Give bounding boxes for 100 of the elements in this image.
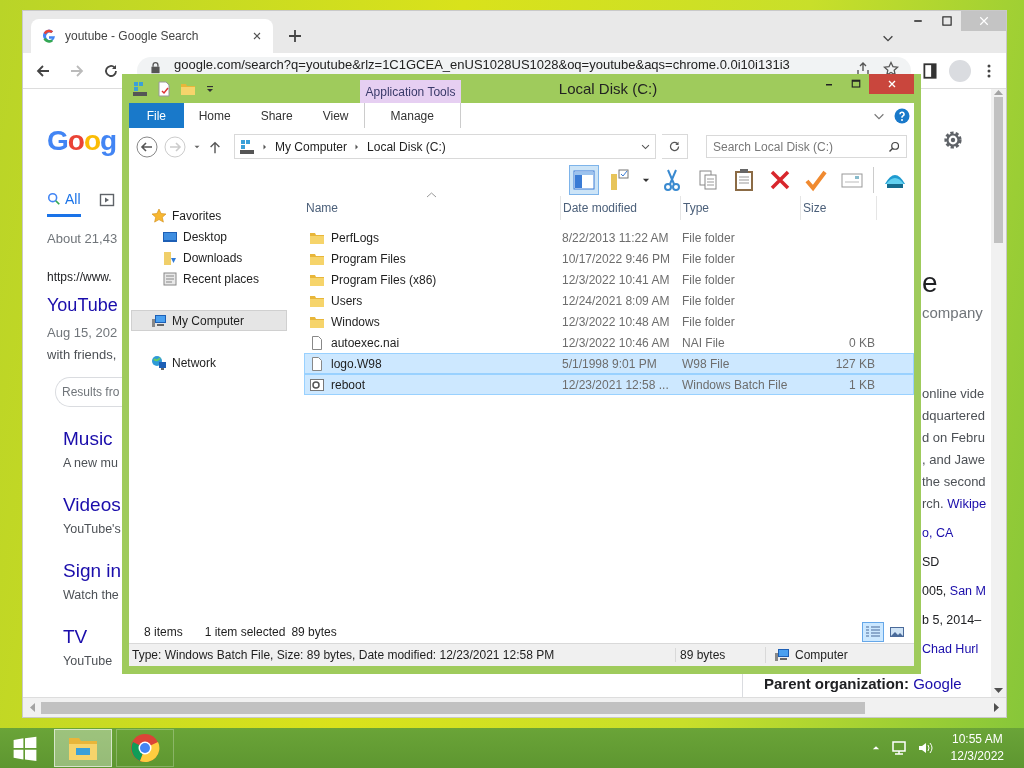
volume-icon[interactable] [916, 740, 933, 756]
link[interactable]: Wikipe [947, 496, 987, 511]
search-icon [47, 191, 61, 206]
file-row[interactable]: autoexec.nai 12/3/2022 10:46 AM NAI File 0 KB [304, 332, 914, 353]
file-row[interactable]: Program Files 10/17/2022 9:46 PM File folder [304, 248, 914, 269]
file-row[interactable]: Program Files (x86) 12/3/2022 10:41 AM File folder [304, 269, 914, 290]
refresh-button[interactable] [662, 134, 688, 159]
column-header[interactable]: Type [681, 196, 801, 220]
windows-start-icon[interactable] [12, 735, 38, 761]
file-row[interactable]: reboot 12/23/2021 12:58 ... Windows Batch File 1 KB [304, 374, 914, 395]
nav-item[interactable]: Desktop [131, 226, 287, 247]
panel-fact: 005, San M [922, 584, 986, 598]
browser-tab[interactable]: youtube - Google Search [31, 19, 273, 53]
panel-fact: SD [922, 555, 940, 569]
ribbon-tab[interactable]: Home [183, 103, 246, 128]
column-header[interactable]: Size [801, 196, 877, 220]
selection-count: 1 item selected [204, 624, 286, 639]
settings-icon[interactable] [942, 129, 964, 151]
nav-item[interactable]: Recent places [131, 268, 287, 289]
status-location: Computer [795, 648, 848, 662]
lock-icon [149, 60, 162, 74]
search-tab[interactable]: All [47, 183, 81, 217]
maximize-icon[interactable] [940, 15, 953, 27]
star-icon [151, 207, 167, 224]
panel-title: e [921, 268, 939, 298]
ribbon-tab[interactable]: View [307, 103, 364, 128]
sitelink[interactable]: TV [63, 623, 123, 651]
panel-subtitle: company [921, 303, 984, 323]
scroll-right-icon[interactable] [994, 703, 1000, 712]
ribbon-tab[interactable]: Share [245, 103, 308, 128]
address-field[interactable]: My Computer Local Disk (C:) [234, 134, 656, 159]
nav-item[interactable]: My Computer [131, 310, 287, 331]
column-header[interactable]: Date modified [561, 196, 681, 220]
scroll-thumb[interactable] [994, 97, 1003, 243]
sitelink[interactable]: Videos [63, 491, 123, 519]
panel-description: , and Jawe [922, 452, 985, 467]
downloads-folder-icon [162, 249, 178, 266]
sitelink-description: YouTube's [63, 521, 122, 538]
file-row[interactable]: logo.W98 5/1/1998 9:01 PM W98 File 127 KB [304, 353, 914, 374]
drive-icon[interactable] [132, 80, 148, 97]
file-row[interactable]: Users 12/24/2021 8:09 AM File folder [304, 290, 914, 311]
sitelink-description: Watch the [63, 587, 120, 604]
network-icon [151, 354, 167, 371]
scrollbar[interactable] [991, 89, 1006, 697]
chevron-right-icon [261, 142, 269, 151]
sitelink[interactable]: Sign in [63, 557, 123, 585]
panel-description: dquartered [922, 408, 985, 423]
details-view-icon[interactable] [862, 621, 884, 642]
nav-item[interactable]: Downloads [131, 247, 287, 268]
result-url: https://www. [47, 269, 113, 286]
ribbon-tab[interactable]: File [129, 103, 184, 128]
nav-item[interactable]: Network [131, 352, 287, 373]
column-header[interactable]: Name [304, 196, 561, 220]
search-icon[interactable] [888, 141, 900, 153]
browser-taskbar-icon[interactable] [116, 729, 174, 767]
sitelink-description: YouTube [63, 653, 114, 670]
contextual-tab-group: Application Tools [360, 80, 461, 103]
status-size: 89 bytes [680, 648, 726, 662]
result-snippet: with friends, [47, 346, 118, 364]
computer-icon [151, 312, 167, 329]
nav-item[interactable]: Favorites [131, 205, 287, 226]
file-row[interactable]: PerfLogs 8/22/2013 11:22 AM File folder [304, 227, 914, 248]
breadcrumb-item[interactable]: My Computer [275, 139, 348, 154]
file-icon [309, 355, 325, 372]
panel-description: rch. Wikipe [922, 496, 987, 511]
sort-caret-icon [427, 192, 436, 198]
link[interactable]: San M [949, 584, 986, 598]
back-icon[interactable] [35, 62, 51, 79]
search-field[interactable]: Search Local Disk (C:) [706, 135, 907, 158]
up-arrow-icon[interactable] [208, 139, 222, 154]
video-icon[interactable] [98, 192, 115, 208]
maximize-icon[interactable] [849, 78, 862, 90]
scroll-thumb[interactable] [41, 701, 865, 714]
gear-file-icon [309, 376, 325, 393]
reload-icon[interactable] [103, 62, 119, 79]
scroll-down-icon[interactable] [994, 688, 1003, 694]
link[interactable]: o, CA [922, 526, 954, 540]
result-snippet: Aug 15, 202 [47, 324, 119, 342]
sidebar-icon[interactable] [921, 61, 939, 80]
sitelink[interactable]: Music [63, 425, 123, 453]
panel-fact: b 5, 2014– [922, 613, 982, 627]
panel-fact: Parent organization: Google [764, 675, 962, 692]
selection-size: 89 bytes [291, 624, 337, 639]
layout-pane-icon[interactable] [569, 165, 599, 195]
close-icon[interactable] [251, 30, 263, 42]
help-icon[interactable] [894, 107, 910, 124]
file-row[interactable]: Windows 12/3/2022 10:48 AM File folder [304, 311, 914, 332]
file-icon [309, 334, 325, 351]
google-logo[interactable]: Goog [47, 123, 123, 159]
result-title-link[interactable]: YouTube [47, 292, 123, 318]
link[interactable]: Chad Hurl [922, 642, 979, 656]
link[interactable]: Google [913, 675, 962, 692]
recent-places-icon [162, 270, 178, 287]
scrollbar[interactable] [23, 697, 1006, 717]
properties-icon[interactable] [156, 80, 172, 97]
network-tray-icon[interactable] [890, 740, 907, 756]
refresh-icon [668, 140, 681, 153]
plus-icon[interactable] [287, 28, 303, 44]
star-icon[interactable] [883, 60, 899, 77]
breadcrumb-item[interactable]: Local Disk (C:) [367, 139, 446, 154]
